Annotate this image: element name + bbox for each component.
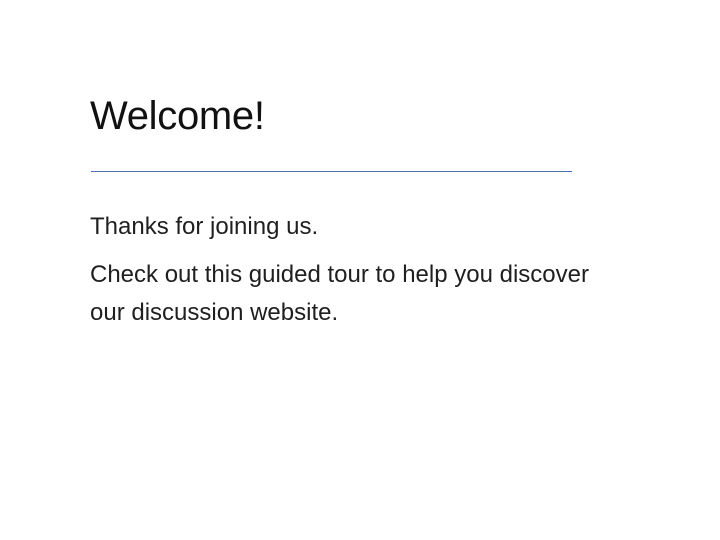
body-paragraph-intro: Thanks for joining us. <box>90 213 319 240</box>
slide-body: Thanks for joining us. Check out this gu… <box>90 208 630 332</box>
slide-title: Welcome! <box>90 94 265 138</box>
welcome-slide: Welcome! Thanks for joining us. Check ou… <box>0 0 720 540</box>
body-paragraph-tour: Check out this guided tour to help you d… <box>90 261 589 326</box>
title-divider <box>91 171 572 172</box>
